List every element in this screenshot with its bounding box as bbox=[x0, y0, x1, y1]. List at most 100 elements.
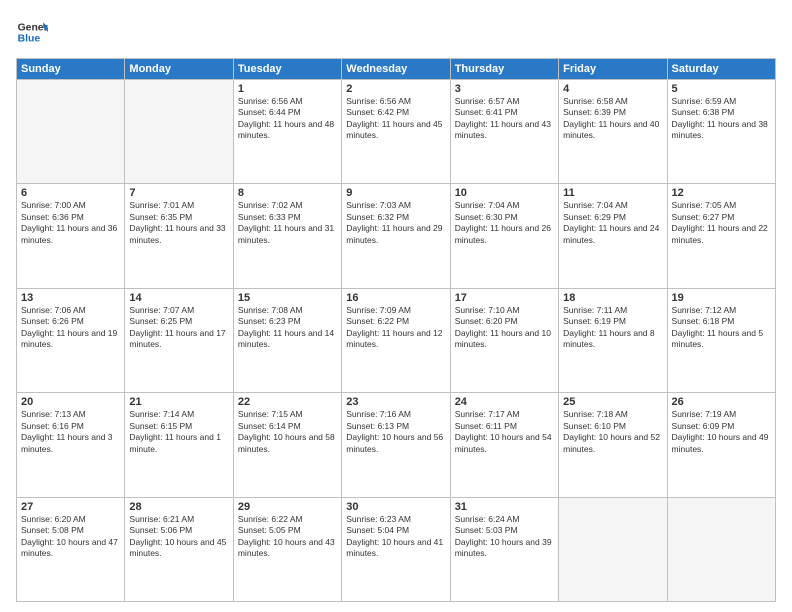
table-row bbox=[125, 80, 233, 184]
calendar-week-row: 27Sunrise: 6:20 AMSunset: 5:08 PMDayligh… bbox=[17, 497, 776, 601]
day-info: Sunrise: 7:00 AMSunset: 6:36 PMDaylight:… bbox=[21, 200, 120, 246]
table-row: 9Sunrise: 7:03 AMSunset: 6:32 PMDaylight… bbox=[342, 184, 450, 288]
table-row: 18Sunrise: 7:11 AMSunset: 6:19 PMDayligh… bbox=[559, 288, 667, 392]
table-row: 31Sunrise: 6:24 AMSunset: 5:03 PMDayligh… bbox=[450, 497, 558, 601]
table-row: 20Sunrise: 7:13 AMSunset: 6:16 PMDayligh… bbox=[17, 393, 125, 497]
day-number: 7 bbox=[129, 187, 228, 199]
col-monday: Monday bbox=[125, 59, 233, 80]
day-info: Sunrise: 6:20 AMSunset: 5:08 PMDaylight:… bbox=[21, 514, 120, 560]
day-number: 16 bbox=[346, 292, 445, 304]
day-info: Sunrise: 6:22 AMSunset: 5:05 PMDaylight:… bbox=[238, 514, 337, 560]
table-row: 15Sunrise: 7:08 AMSunset: 6:23 PMDayligh… bbox=[233, 288, 341, 392]
table-row: 16Sunrise: 7:09 AMSunset: 6:22 PMDayligh… bbox=[342, 288, 450, 392]
day-number: 29 bbox=[238, 501, 337, 513]
day-number: 27 bbox=[21, 501, 120, 513]
day-number: 5 bbox=[672, 83, 771, 95]
table-row: 14Sunrise: 7:07 AMSunset: 6:25 PMDayligh… bbox=[125, 288, 233, 392]
day-number: 22 bbox=[238, 396, 337, 408]
day-info: Sunrise: 7:02 AMSunset: 6:33 PMDaylight:… bbox=[238, 200, 337, 246]
table-row: 24Sunrise: 7:17 AMSunset: 6:11 PMDayligh… bbox=[450, 393, 558, 497]
day-info: Sunrise: 7:14 AMSunset: 6:15 PMDaylight:… bbox=[129, 409, 228, 455]
table-row: 8Sunrise: 7:02 AMSunset: 6:33 PMDaylight… bbox=[233, 184, 341, 288]
table-row: 1Sunrise: 6:56 AMSunset: 6:44 PMDaylight… bbox=[233, 80, 341, 184]
table-row: 29Sunrise: 6:22 AMSunset: 5:05 PMDayligh… bbox=[233, 497, 341, 601]
day-number: 23 bbox=[346, 396, 445, 408]
col-thursday: Thursday bbox=[450, 59, 558, 80]
day-info: Sunrise: 7:07 AMSunset: 6:25 PMDaylight:… bbox=[129, 305, 228, 351]
day-number: 15 bbox=[238, 292, 337, 304]
day-info: Sunrise: 7:12 AMSunset: 6:18 PMDaylight:… bbox=[672, 305, 771, 351]
table-row: 27Sunrise: 6:20 AMSunset: 5:08 PMDayligh… bbox=[17, 497, 125, 601]
calendar-table: Sunday Monday Tuesday Wednesday Thursday… bbox=[16, 58, 776, 602]
day-number: 25 bbox=[563, 396, 662, 408]
table-row: 2Sunrise: 6:56 AMSunset: 6:42 PMDaylight… bbox=[342, 80, 450, 184]
day-info: Sunrise: 6:57 AMSunset: 6:41 PMDaylight:… bbox=[455, 96, 554, 142]
table-row bbox=[667, 497, 775, 601]
day-info: Sunrise: 7:04 AMSunset: 6:30 PMDaylight:… bbox=[455, 200, 554, 246]
table-row: 11Sunrise: 7:04 AMSunset: 6:29 PMDayligh… bbox=[559, 184, 667, 288]
col-saturday: Saturday bbox=[667, 59, 775, 80]
day-info: Sunrise: 6:23 AMSunset: 5:04 PMDaylight:… bbox=[346, 514, 445, 560]
table-row: 23Sunrise: 7:16 AMSunset: 6:13 PMDayligh… bbox=[342, 393, 450, 497]
table-row: 10Sunrise: 7:04 AMSunset: 6:30 PMDayligh… bbox=[450, 184, 558, 288]
day-info: Sunrise: 7:04 AMSunset: 6:29 PMDaylight:… bbox=[563, 200, 662, 246]
table-row: 28Sunrise: 6:21 AMSunset: 5:06 PMDayligh… bbox=[125, 497, 233, 601]
day-number: 17 bbox=[455, 292, 554, 304]
day-number: 26 bbox=[672, 396, 771, 408]
day-number: 9 bbox=[346, 187, 445, 199]
day-info: Sunrise: 7:03 AMSunset: 6:32 PMDaylight:… bbox=[346, 200, 445, 246]
day-number: 18 bbox=[563, 292, 662, 304]
day-number: 3 bbox=[455, 83, 554, 95]
table-row: 13Sunrise: 7:06 AMSunset: 6:26 PMDayligh… bbox=[17, 288, 125, 392]
table-row: 21Sunrise: 7:14 AMSunset: 6:15 PMDayligh… bbox=[125, 393, 233, 497]
day-info: Sunrise: 7:05 AMSunset: 6:27 PMDaylight:… bbox=[672, 200, 771, 246]
day-info: Sunrise: 7:16 AMSunset: 6:13 PMDaylight:… bbox=[346, 409, 445, 455]
day-info: Sunrise: 7:08 AMSunset: 6:23 PMDaylight:… bbox=[238, 305, 337, 351]
day-info: Sunrise: 6:56 AMSunset: 6:42 PMDaylight:… bbox=[346, 96, 445, 142]
day-number: 14 bbox=[129, 292, 228, 304]
logo-icon: General Blue bbox=[16, 16, 48, 48]
day-info: Sunrise: 6:58 AMSunset: 6:39 PMDaylight:… bbox=[563, 96, 662, 142]
day-info: Sunrise: 7:17 AMSunset: 6:11 PMDaylight:… bbox=[455, 409, 554, 455]
day-number: 4 bbox=[563, 83, 662, 95]
table-row: 7Sunrise: 7:01 AMSunset: 6:35 PMDaylight… bbox=[125, 184, 233, 288]
day-number: 19 bbox=[672, 292, 771, 304]
table-row: 6Sunrise: 7:00 AMSunset: 6:36 PMDaylight… bbox=[17, 184, 125, 288]
day-info: Sunrise: 7:10 AMSunset: 6:20 PMDaylight:… bbox=[455, 305, 554, 351]
day-info: Sunrise: 7:13 AMSunset: 6:16 PMDaylight:… bbox=[21, 409, 120, 455]
day-info: Sunrise: 7:15 AMSunset: 6:14 PMDaylight:… bbox=[238, 409, 337, 455]
table-row bbox=[17, 80, 125, 184]
day-info: Sunrise: 7:01 AMSunset: 6:35 PMDaylight:… bbox=[129, 200, 228, 246]
calendar-week-row: 13Sunrise: 7:06 AMSunset: 6:26 PMDayligh… bbox=[17, 288, 776, 392]
calendar-header-row: Sunday Monday Tuesday Wednesday Thursday… bbox=[17, 59, 776, 80]
table-row: 19Sunrise: 7:12 AMSunset: 6:18 PMDayligh… bbox=[667, 288, 775, 392]
day-number: 12 bbox=[672, 187, 771, 199]
day-number: 31 bbox=[455, 501, 554, 513]
day-info: Sunrise: 7:18 AMSunset: 6:10 PMDaylight:… bbox=[563, 409, 662, 455]
day-number: 2 bbox=[346, 83, 445, 95]
day-number: 10 bbox=[455, 187, 554, 199]
col-sunday: Sunday bbox=[17, 59, 125, 80]
table-row: 5Sunrise: 6:59 AMSunset: 6:38 PMDaylight… bbox=[667, 80, 775, 184]
day-number: 1 bbox=[238, 83, 337, 95]
day-info: Sunrise: 7:11 AMSunset: 6:19 PMDaylight:… bbox=[563, 305, 662, 351]
day-number: 30 bbox=[346, 501, 445, 513]
table-row: 4Sunrise: 6:58 AMSunset: 6:39 PMDaylight… bbox=[559, 80, 667, 184]
table-row: 22Sunrise: 7:15 AMSunset: 6:14 PMDayligh… bbox=[233, 393, 341, 497]
day-info: Sunrise: 6:21 AMSunset: 5:06 PMDaylight:… bbox=[129, 514, 228, 560]
col-wednesday: Wednesday bbox=[342, 59, 450, 80]
table-row: 12Sunrise: 7:05 AMSunset: 6:27 PMDayligh… bbox=[667, 184, 775, 288]
day-info: Sunrise: 7:19 AMSunset: 6:09 PMDaylight:… bbox=[672, 409, 771, 455]
calendar-week-row: 20Sunrise: 7:13 AMSunset: 6:16 PMDayligh… bbox=[17, 393, 776, 497]
calendar-week-row: 1Sunrise: 6:56 AMSunset: 6:44 PMDaylight… bbox=[17, 80, 776, 184]
day-info: Sunrise: 6:56 AMSunset: 6:44 PMDaylight:… bbox=[238, 96, 337, 142]
day-number: 21 bbox=[129, 396, 228, 408]
day-number: 6 bbox=[21, 187, 120, 199]
day-number: 28 bbox=[129, 501, 228, 513]
day-info: Sunrise: 6:24 AMSunset: 5:03 PMDaylight:… bbox=[455, 514, 554, 560]
day-number: 11 bbox=[563, 187, 662, 199]
day-info: Sunrise: 7:09 AMSunset: 6:22 PMDaylight:… bbox=[346, 305, 445, 351]
calendar-week-row: 6Sunrise: 7:00 AMSunset: 6:36 PMDaylight… bbox=[17, 184, 776, 288]
table-row: 17Sunrise: 7:10 AMSunset: 6:20 PMDayligh… bbox=[450, 288, 558, 392]
svg-text:Blue: Blue bbox=[18, 34, 41, 45]
